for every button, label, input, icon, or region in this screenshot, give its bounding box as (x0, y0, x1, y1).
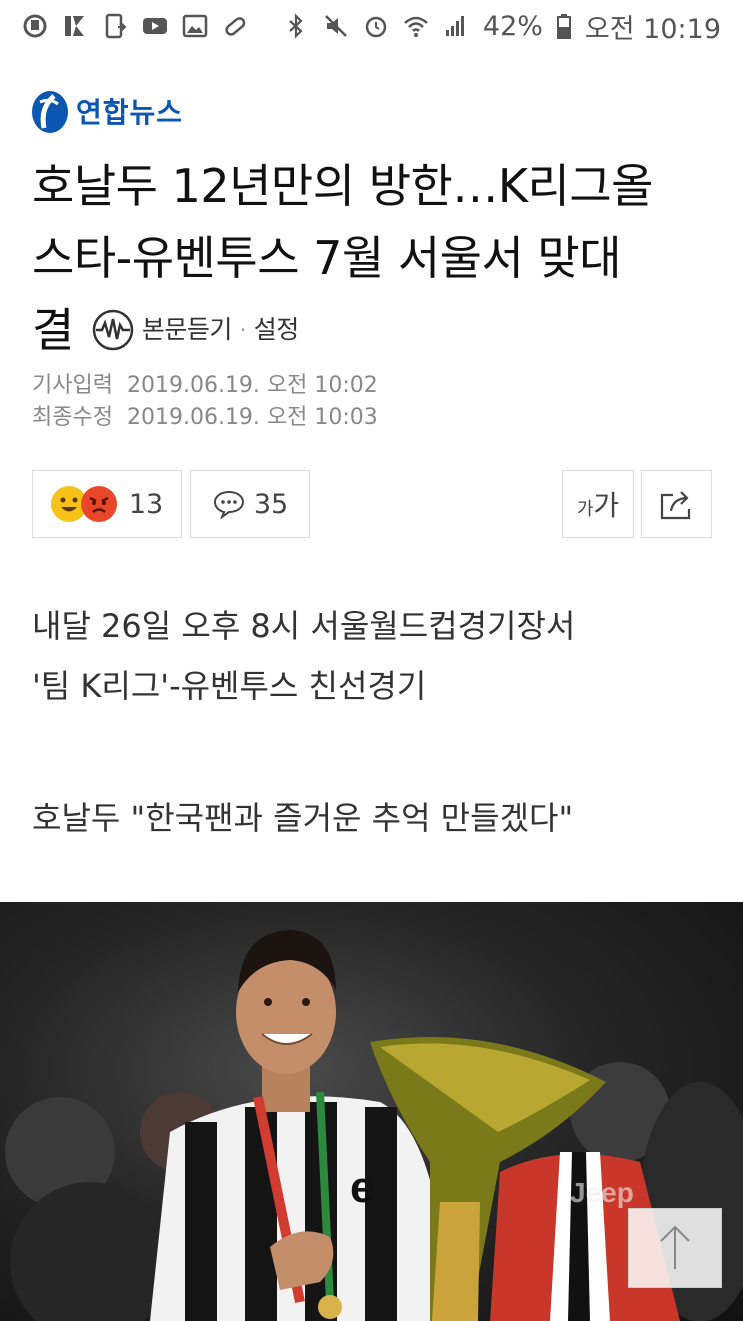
font-size-button[interactable]: 가가 (562, 470, 634, 538)
summary-line-1: 내달 26일 오후 8시 서울월드컵경기장서 (32, 607, 576, 645)
headline-line-3-row: 결 본문듣기 · 설정 (32, 294, 722, 366)
reaction-count: 13 (128, 488, 164, 520)
font-size-icon: 가가 (576, 489, 620, 522)
background-jersey-text: Jeep (570, 1177, 634, 1208)
battery-icon (556, 13, 571, 39)
article-dates: 기사입력 2019.06.19. 오전 10:02 최종수정 2019.06.1… (32, 370, 378, 434)
yonhap-logo-icon (32, 91, 68, 133)
system-icons: 42% 오전 10:19 (283, 7, 721, 46)
logo-text: 연합뉴스 (76, 96, 184, 129)
bluetooth-icon (283, 13, 309, 39)
notification-icons (22, 13, 248, 39)
summary-line-3: 호날두 "한국팬과 즐거운 추억 만들겠다" (32, 799, 574, 837)
status-bar: 42% 오전 10:19 (0, 0, 743, 52)
published-date-row: 기사입력 2019.06.19. 오전 10:02 (32, 370, 378, 402)
reaction-button[interactable]: 13 (32, 470, 182, 538)
battery-percent: 42% (482, 10, 543, 42)
modified-date-row: 최종수정 2019.06.19. 오전 10:03 (32, 402, 378, 434)
article-headline: 호날두 12년만의 방한…K리그올 스타-유벤투스 7월 서울서 맞대 결 본문… (32, 150, 722, 366)
video-icon (142, 13, 168, 39)
arrow-up-icon (660, 1225, 690, 1269)
comment-icon (213, 490, 244, 519)
yonhap-news-logo[interactable]: 연합뉴스 (30, 88, 183, 134)
comment-count: 35 (253, 488, 289, 520)
tts-separator: · (239, 318, 246, 342)
mute-icon (323, 13, 349, 39)
published-label: 기사입력 (32, 373, 113, 398)
scroll-to-top-button[interactable] (628, 1208, 722, 1288)
comment-button[interactable]: 35 (190, 470, 310, 538)
audio-listen-icon[interactable] (92, 309, 134, 351)
app-notification-icon (22, 13, 48, 39)
angry-emoji-icon (80, 486, 117, 522)
image-icon (182, 13, 208, 39)
published-value: 2019.06.19. 오전 10:02 (126, 373, 378, 398)
summary-line-2: '팀 K리그'-유벤투스 친선경기 (32, 667, 427, 705)
share-button[interactable] (641, 470, 712, 538)
tts-settings-button[interactable]: 설정 (254, 294, 300, 366)
alarm-icon (363, 13, 389, 39)
k-app-icon (62, 13, 88, 39)
signal-icon (443, 13, 469, 39)
phone-icon (102, 13, 128, 39)
pill-icon (222, 13, 248, 39)
modified-label: 최종수정 (32, 405, 113, 430)
headline-line-1: 호날두 12년만의 방한…K리그올 (32, 159, 653, 213)
article-summary: 내달 26일 오후 8시 서울월드컵경기장서 '팀 K리그'-유벤투스 친선경기… (32, 596, 575, 848)
headline-line-3: 결 (32, 303, 74, 357)
svg-text:e: e (350, 1163, 374, 1212)
modified-value: 2019.06.19. 오전 10:03 (126, 405, 378, 430)
clock: 오전 10:19 (584, 13, 721, 45)
headline-line-2: 스타-유벤투스 7월 서울서 맞대 (32, 231, 622, 285)
wifi-icon (403, 13, 429, 39)
tts-listen-button[interactable]: 본문듣기 (142, 294, 233, 366)
article-actions: 13 35 가가 (32, 470, 712, 538)
share-icon (660, 491, 690, 520)
tts-controls: 본문듣기 · 설정 (92, 294, 299, 366)
